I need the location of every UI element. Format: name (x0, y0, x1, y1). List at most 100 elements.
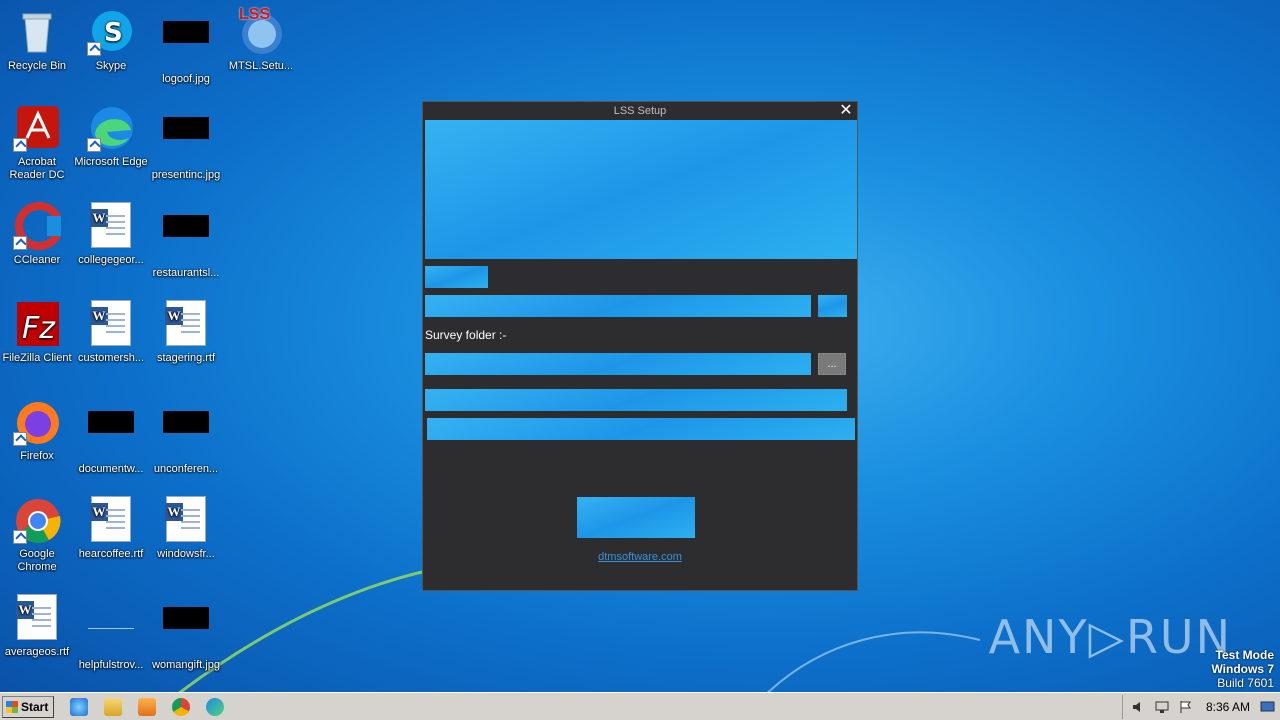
firefox-icon (13, 398, 61, 446)
desktop-icon-averageos[interactable]: W averageos.rtf (0, 594, 74, 659)
desktop-icon-restaurantsl[interactable]: restaurantsl... (149, 202, 223, 280)
desktop-icon-stagering[interactable]: W stagering.rtf (149, 300, 223, 365)
icon-label: documentw... (78, 463, 144, 475)
icon-label: womangift.jpg (152, 659, 220, 671)
desktop-icon-filezilla[interactable]: Fz FileZilla Client (0, 300, 74, 365)
survey-folder-label: Survey folder :- (425, 328, 507, 342)
header-label-area (425, 266, 488, 288)
icon-label: Google Chrome (17, 548, 57, 573)
path-field[interactable] (425, 295, 811, 317)
ccleaner-icon (13, 202, 63, 250)
icon-label: hearcoffee.rtf (78, 548, 144, 560)
shortcut-arrow-icon (13, 432, 27, 446)
word-document-icon: W (162, 300, 210, 348)
action-center-flag-icon[interactable] (1179, 700, 1193, 714)
icon-label: collegegeor... (78, 254, 144, 266)
banner-panel (425, 120, 857, 259)
icon-label: unconferen... (153, 463, 219, 475)
filezilla-icon: Fz (13, 300, 61, 348)
build-label: Build 7601 (1217, 676, 1274, 690)
desktop-icon-acrobat[interactable]: Acrobat Reader DC (0, 104, 74, 182)
path-browse-button[interactable] (818, 295, 847, 317)
progress-area (427, 418, 855, 440)
speaker-icon[interactable] (1131, 700, 1145, 714)
media-player-icon[interactable] (138, 698, 156, 716)
windows-logo-icon (6, 701, 18, 713)
setup-icon-text: LSS (239, 6, 271, 23)
website-link[interactable]: dtmsoftware.com (423, 551, 857, 563)
word-document-icon: W (87, 300, 135, 348)
shortcut-arrow-icon (87, 138, 101, 152)
icon-label: restaurantsl... (152, 267, 220, 279)
option-field[interactable] (425, 389, 847, 411)
desktop-icon-presentinc[interactable]: presentinc.jpg (149, 104, 223, 182)
desktop-icon-collegegeor[interactable]: W collegegeor... (74, 202, 148, 267)
install-button[interactable] (577, 497, 695, 538)
word-document-icon: W (87, 202, 135, 250)
desktop-icon-recycle-bin[interactable]: Recycle Bin (0, 8, 74, 73)
recycle-bin-icon (13, 8, 61, 56)
desktop-icon-logoof[interactable]: logoof.jpg (149, 8, 223, 86)
clock[interactable]: 8:36 AM (1206, 700, 1250, 714)
close-button[interactable]: ✕ (838, 103, 854, 119)
test-mode-notice: Test Mode Windows 7 Build 7601 (1211, 648, 1274, 690)
internet-explorer-icon[interactable] (70, 698, 88, 716)
edge-icon (87, 104, 135, 152)
survey-browse-button[interactable]: ... (818, 353, 846, 375)
desktop-icon-documentw[interactable]: documentw... (74, 398, 148, 476)
icon-label: Recycle Bin (7, 60, 67, 72)
desktop-icon-hearcoffee[interactable]: W hearcoffee.rtf (74, 496, 148, 561)
dialog-title: LSS Setup (423, 102, 857, 120)
icon-label: Firefox (20, 450, 54, 462)
shortcut-arrow-icon (13, 530, 27, 544)
svg-text:S: S (104, 18, 123, 48)
desktop-icon-windowsfr[interactable]: W windowsfr... (149, 496, 223, 561)
test-mode-label: Test Mode (1215, 648, 1274, 662)
acrobat-icon (13, 104, 61, 152)
survey-folder-input[interactable] (425, 353, 811, 375)
setup-installer-icon: LSS (237, 6, 285, 56)
icon-label: Acrobat Reader DC (9, 156, 65, 181)
icon-label: MTSL.Setu... (228, 60, 294, 72)
desktop-icon-unconferen[interactable]: unconferen... (149, 398, 223, 476)
image-file-icon (87, 411, 135, 459)
svg-text:Fz: Fz (22, 311, 56, 346)
icon-label: averageos.rtf (4, 646, 70, 658)
start-label: Start (21, 700, 49, 714)
icon-label: stagering.rtf (156, 352, 216, 364)
desktop-icon-customersh[interactable]: W customersh... (74, 300, 148, 365)
desktop-icon-edge[interactable]: Microsoft Edge (74, 104, 148, 169)
desktop-icon-helpfulstrov[interactable]: helpfulstrov... (74, 594, 148, 672)
edge-taskbar-icon[interactable] (206, 698, 224, 716)
os-label: Windows 7 (1211, 662, 1274, 676)
icon-label: CCleaner (13, 254, 61, 266)
image-file-icon (87, 607, 135, 655)
desktop-icon-womangift[interactable]: womangift.jpg (149, 594, 223, 672)
image-file-icon (162, 21, 210, 69)
shortcut-arrow-icon (13, 236, 27, 250)
icon-label: Skype (95, 60, 127, 72)
icon-label: logoof.jpg (162, 73, 210, 85)
anyrun-watermark: ANY▷RUN (988, 610, 1232, 664)
image-file-icon (162, 117, 210, 165)
icon-label: Microsoft Edge (74, 156, 148, 168)
word-document-icon: W (13, 594, 61, 642)
icon-label: presentinc.jpg (151, 169, 221, 181)
lss-setup-dialog: LSS Setup ✕ Survey folder :- ... dtmsoft… (422, 101, 858, 591)
image-file-icon (162, 411, 210, 459)
desktop-icon-skype[interactable]: S Skype (74, 8, 148, 73)
skype-icon: S (87, 8, 135, 56)
desktop-icon-firefox[interactable]: Firefox (0, 398, 74, 463)
desktop-icon-ccleaner[interactable]: CCleaner (0, 202, 74, 267)
image-file-icon (162, 215, 210, 263)
taskbar: Start 8:36 AM (0, 692, 1280, 720)
network-icon[interactable] (1155, 700, 1169, 714)
chrome-icon (13, 496, 61, 544)
file-explorer-icon[interactable] (104, 698, 122, 716)
chrome-taskbar-icon[interactable] (172, 698, 190, 716)
show-desktop-icon[interactable] (1260, 700, 1275, 714)
desktop-icon-chrome[interactable]: Google Chrome (0, 496, 74, 574)
desktop-icon-mtsl-setup[interactable]: LSS MTSL.Setu... (224, 6, 298, 73)
word-document-icon: W (87, 496, 135, 544)
start-button[interactable]: Start (2, 696, 54, 718)
